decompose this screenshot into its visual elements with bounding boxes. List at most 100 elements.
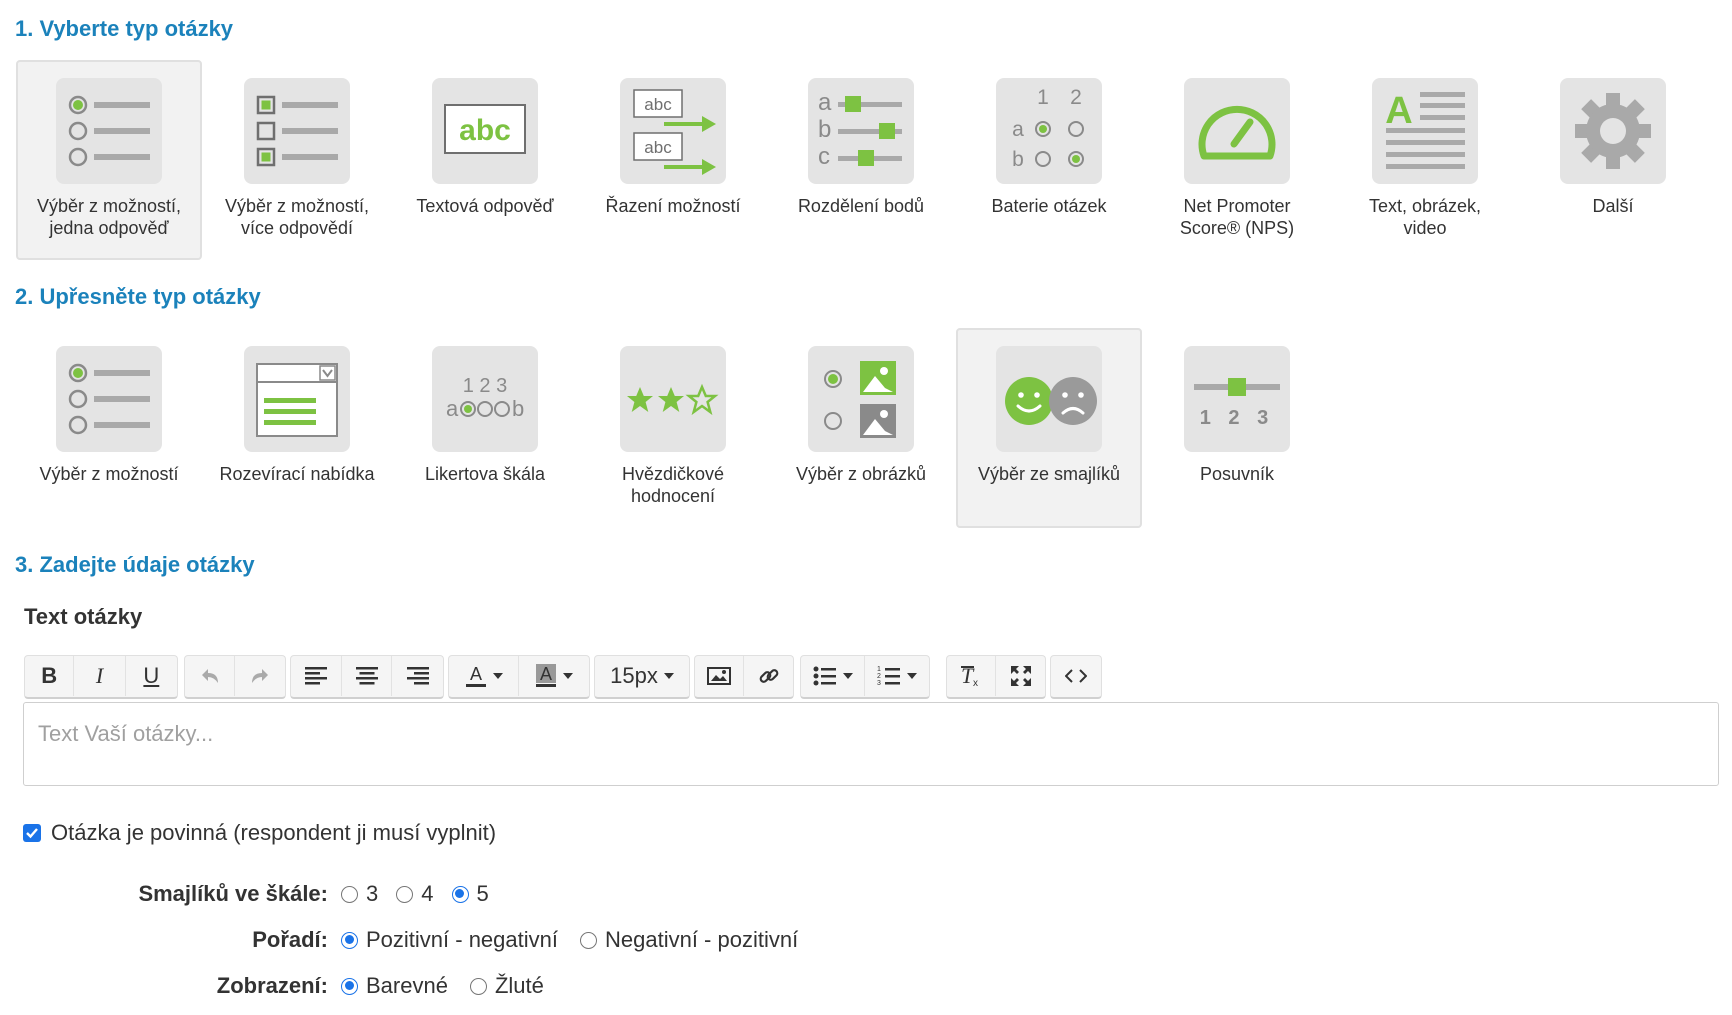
svg-text:b: b <box>1012 148 1024 171</box>
tile-label: Likertova škála <box>424 464 546 484</box>
bulleted-list-button[interactable] <box>801 656 865 696</box>
tile-single-choice[interactable]: Výběr z možností, jedna odpověď <box>16 60 202 260</box>
tile-more[interactable]: Další <box>1520 60 1706 260</box>
order-option-negative-positive[interactable]: Negativní - pozitivní <box>579 927 798 953</box>
italic-button[interactable]: I <box>74 656 126 696</box>
clear-formatting-button[interactable]: Tx <box>947 656 997 696</box>
tile-slider[interactable]: 1 2 3 Posuvník <box>1144 328 1330 528</box>
background-color-button[interactable]: A <box>519 656 589 696</box>
radio-button-selected[interactable] <box>341 931 358 949</box>
required-checkbox[interactable] <box>23 824 41 842</box>
points-distribution-icon: abc <box>808 78 914 184</box>
color-group: A A <box>448 655 590 699</box>
scale-option-4[interactable]: 4 <box>396 881 434 907</box>
checkmark-icon <box>26 828 38 839</box>
tile-label: Baterie otázek <box>991 196 1107 216</box>
chevron-down-icon <box>492 673 503 679</box>
chevron-down-icon <box>907 673 917 679</box>
option-label: 4 <box>421 881 434 906</box>
font-size-dropdown[interactable]: 15px <box>595 656 689 696</box>
insert-link-button[interactable] <box>744 656 793 696</box>
slider-icon: 1 2 3 <box>1184 346 1290 452</box>
tile-label: Textová odpověď <box>416 196 554 216</box>
bulleted-list-icon <box>813 666 836 686</box>
redo-button[interactable] <box>235 656 285 696</box>
tile-label: Řazení možností <box>605 196 741 216</box>
align-center-button[interactable] <box>342 656 393 696</box>
align-group <box>290 655 444 699</box>
smiley-icon <box>996 346 1102 452</box>
bold-button[interactable]: B <box>25 656 75 696</box>
order-label: Pořadí: <box>252 927 328 952</box>
required-label: Otázka je povinná (respondent ji musí vy… <box>51 820 497 845</box>
scale-option-5[interactable]: 5 <box>451 881 489 907</box>
radio-button-selected[interactable] <box>341 977 358 995</box>
text-color-button[interactable]: A <box>449 656 519 696</box>
scale-option-3[interactable]: 3 <box>341 881 378 907</box>
insert-image-button[interactable] <box>695 656 745 696</box>
tile-label: Posuvník <box>1199 464 1275 484</box>
question-text-editor[interactable]: Text Vaší otázky... <box>23 702 1719 786</box>
tile-label: Výběr z možností, více odpovědí <box>224 196 370 238</box>
svg-text:3: 3 <box>877 680 881 687</box>
align-left-button[interactable] <box>291 656 342 696</box>
svg-text:1: 1 <box>877 666 881 673</box>
underline-icon: U <box>143 663 160 688</box>
tile-ordering[interactable]: abc abc Řazení možností <box>580 60 766 260</box>
tile-label: Net Promoter Score® (NPS) <box>1179 196 1295 238</box>
required-option[interactable]: Otázka je povinná (respondent ji musí vy… <box>23 820 496 846</box>
numbered-list-button[interactable]: 123 <box>865 656 929 696</box>
order-option-positive-negative[interactable]: Pozitivní - negativní <box>341 927 558 953</box>
tile-image-choice[interactable]: Výběr z obrázků <box>768 328 954 528</box>
radio-button[interactable] <box>396 885 414 903</box>
tile-text-image-video[interactable]: A Text, obrázek, video <box>1332 60 1518 260</box>
display-option-colored[interactable]: Barevné <box>341 973 448 999</box>
tile-label: Rozdělení bodů <box>797 196 925 216</box>
tile-dropdown[interactable]: Rozevírací nabídka <box>204 328 390 528</box>
display-label: Zobrazení: <box>216 973 328 998</box>
radio-button[interactable] <box>469 977 487 995</box>
radio-button[interactable] <box>341 885 358 903</box>
align-center-icon <box>355 667 378 685</box>
tile-label: Výběr z možností, jedna odpověď <box>36 196 182 238</box>
likert-scale-icon: 1 2 3a b <box>432 346 538 452</box>
font-size-value: 15px <box>610 663 658 688</box>
format-group: B I U <box>24 655 178 699</box>
clear-formatting-icon: Tx <box>961 665 978 687</box>
svg-text:b: b <box>512 396 524 421</box>
multiple-choice-icon <box>244 78 350 184</box>
tile-radio-list[interactable]: Výběr z možností <box>16 328 202 528</box>
misc-group: Tx <box>946 655 1046 699</box>
tile-text-answer[interactable]: abc Textová odpověď <box>392 60 578 260</box>
tile-smiley[interactable]: Výběr ze smajlíků <box>956 328 1142 528</box>
display-options: Barevné Žluté <box>341 971 562 1001</box>
svg-text:A: A <box>1385 90 1412 132</box>
svg-text:A: A <box>540 664 552 684</box>
insert-group <box>694 655 794 699</box>
tile-question-battery[interactable]: 12 ab Baterie otázek <box>956 60 1142 260</box>
tile-label: Hvězdičkové hodnocení <box>621 464 725 506</box>
radio-list-icon <box>56 346 162 452</box>
tile-multiple-choice[interactable]: Výběr z možností, více odpovědí <box>204 60 390 260</box>
question-text-label: Text otázky <box>24 604 143 629</box>
underline-button[interactable]: U <box>126 656 177 696</box>
display-option-yellow[interactable]: Žluté <box>469 973 544 999</box>
radio-button-selected[interactable] <box>451 885 469 903</box>
undo-icon <box>201 669 218 683</box>
source-code-button[interactable] <box>1051 656 1101 696</box>
radio-button[interactable] <box>579 931 597 949</box>
tile-label: Text, obrázek, video <box>1368 196 1482 238</box>
tile-likert[interactable]: 1 2 3a b Likertova škála <box>392 328 578 528</box>
gear-icon <box>1560 78 1666 184</box>
svg-text:abc: abc <box>644 138 672 157</box>
tile-nps[interactable]: Net Promoter Score® (NPS) <box>1144 60 1330 260</box>
bold-icon: B <box>41 663 58 688</box>
undo-button[interactable] <box>185 656 236 696</box>
code-group <box>1050 655 1102 699</box>
dropdown-icon <box>244 346 350 452</box>
align-right-button[interactable] <box>392 656 443 696</box>
tile-points-distribution[interactable]: abc Rozdělení bodů <box>768 60 954 260</box>
fullscreen-button[interactable] <box>996 656 1045 696</box>
tile-star-rating[interactable]: Hvězdičkové hodnocení <box>580 328 766 528</box>
option-label: 5 <box>476 881 489 906</box>
